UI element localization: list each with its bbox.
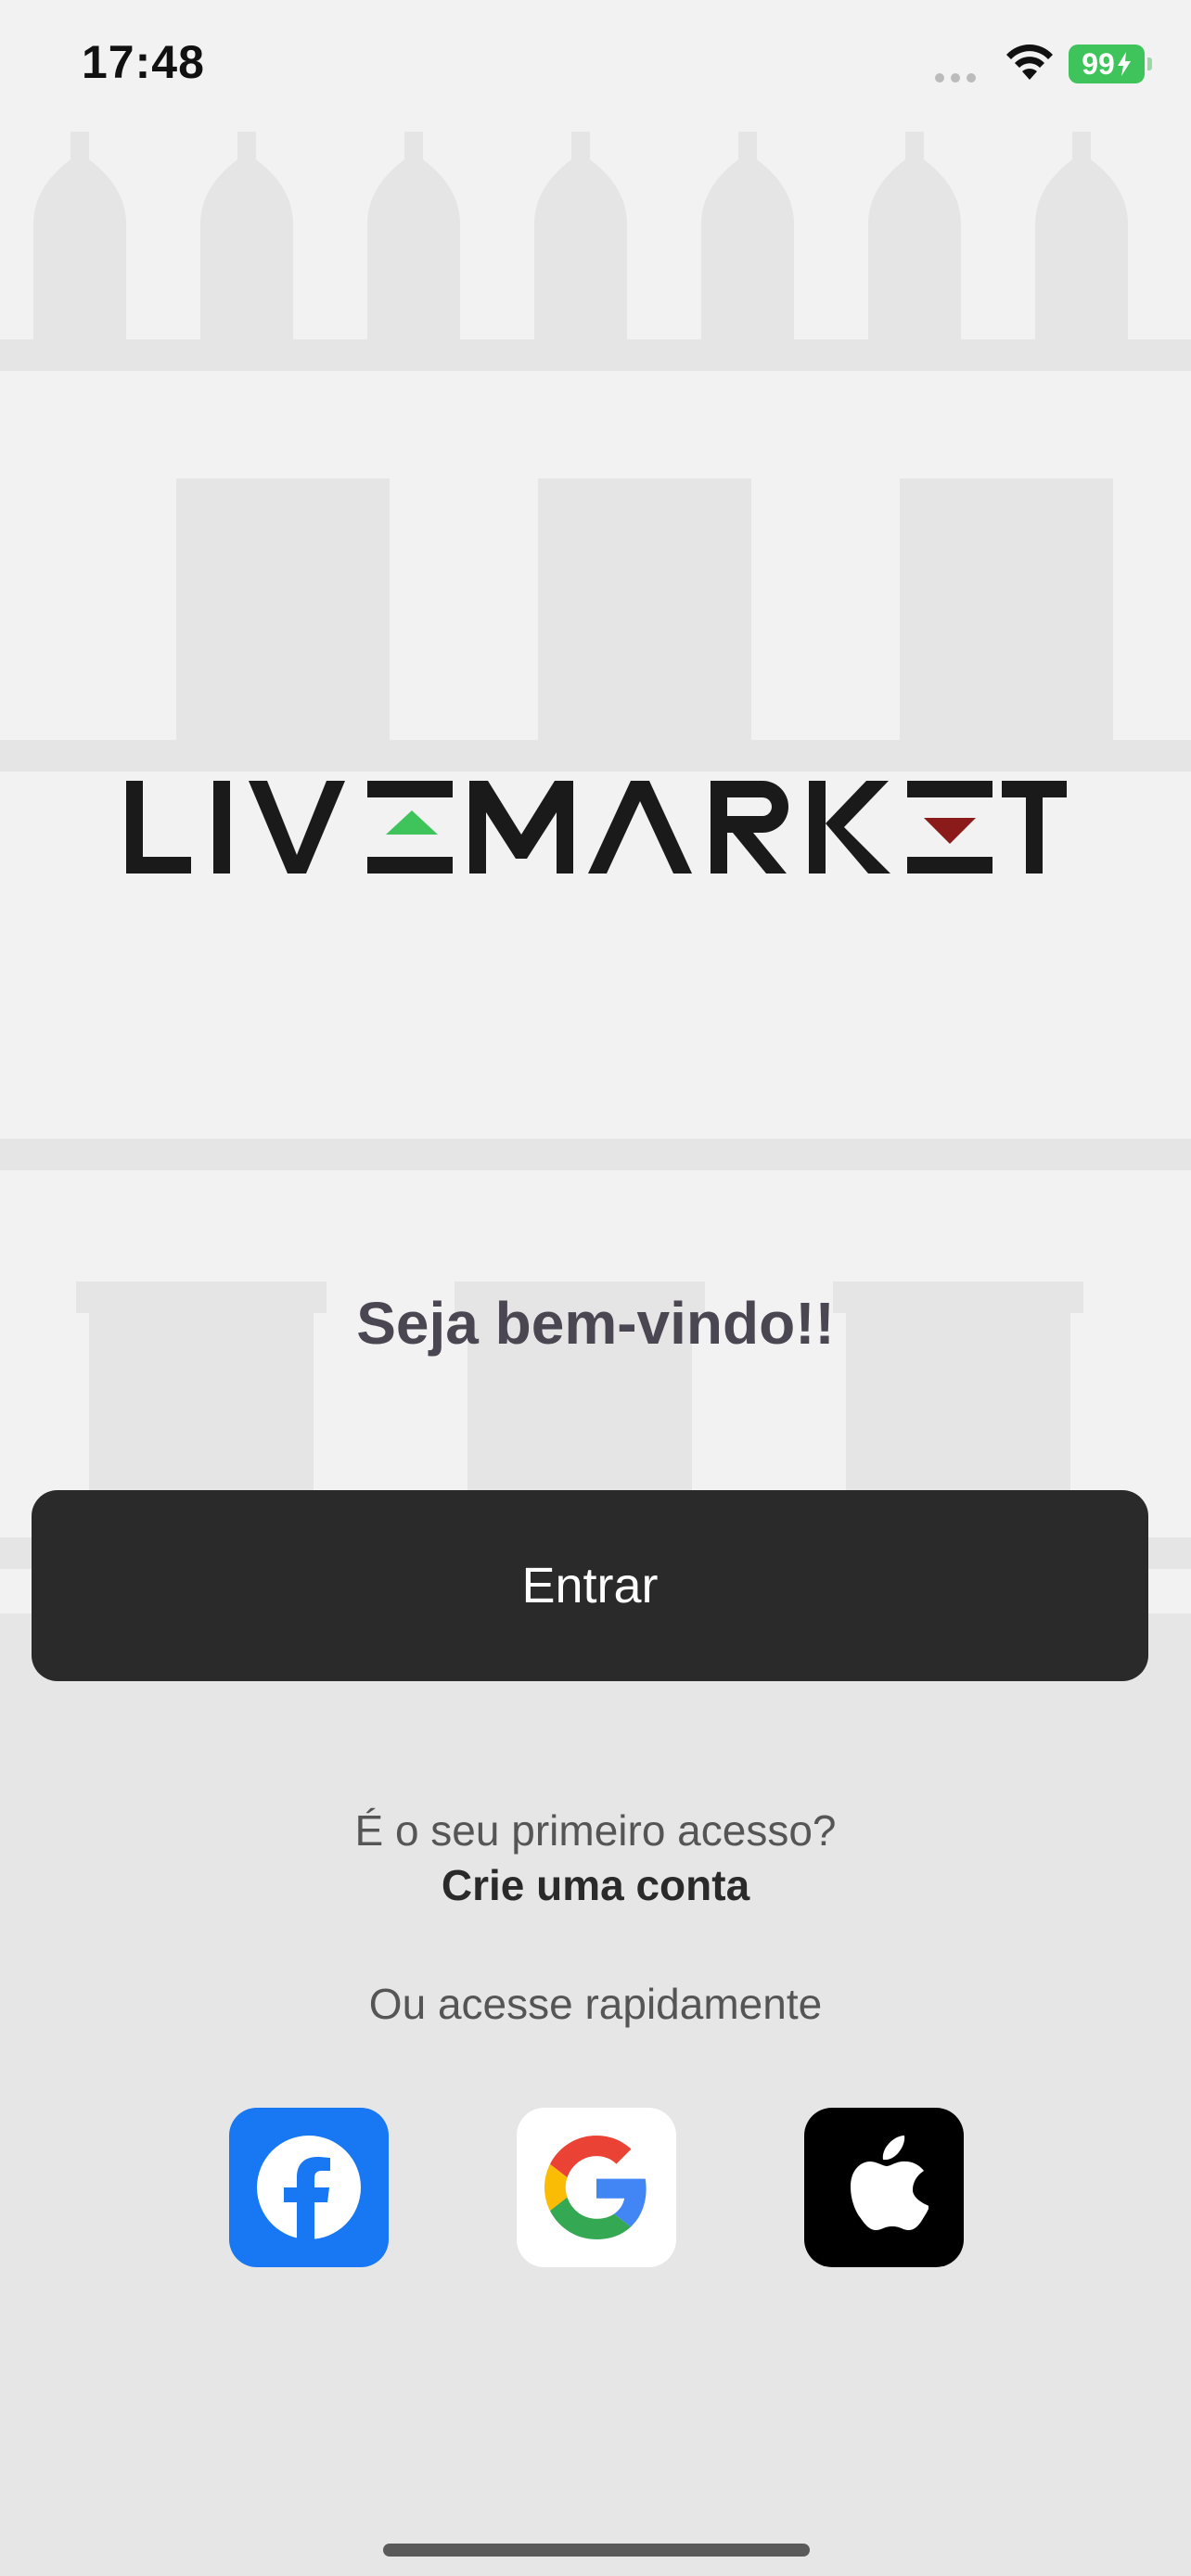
battery-cap <box>1147 57 1152 70</box>
quick-access-text: Ou acesse rapidamente <box>368 1980 823 2028</box>
google-login-button[interactable] <box>517 2108 676 2267</box>
first-access-text: É o seu primeiro acesso? <box>354 1806 837 1855</box>
charging-bolt-icon <box>1117 52 1131 76</box>
status-time: 17:48 <box>82 36 205 88</box>
google-icon <box>544 2136 647 2239</box>
facebook-login-button[interactable] <box>229 2108 389 2267</box>
facebook-icon <box>257 2136 361 2241</box>
home-indicator[interactable] <box>383 2544 810 2557</box>
battery-level: 99 <box>1082 46 1115 81</box>
apple-login-button[interactable] <box>804 2108 964 2267</box>
welcome-title: Seja bem-vindo!! <box>356 1290 835 1357</box>
apple-icon <box>851 2136 928 2230</box>
create-account-link[interactable]: Crie uma conta <box>0 1860 1191 1910</box>
enter-button[interactable]: Entrar <box>32 1490 1148 1681</box>
wifi-icon <box>1006 45 1053 80</box>
cellular-dots-icon <box>935 73 976 83</box>
battery-indicator: 99 <box>1069 45 1152 83</box>
livemarket-logo <box>126 781 1067 874</box>
status-bar: 17:48 99 <box>0 0 1191 130</box>
